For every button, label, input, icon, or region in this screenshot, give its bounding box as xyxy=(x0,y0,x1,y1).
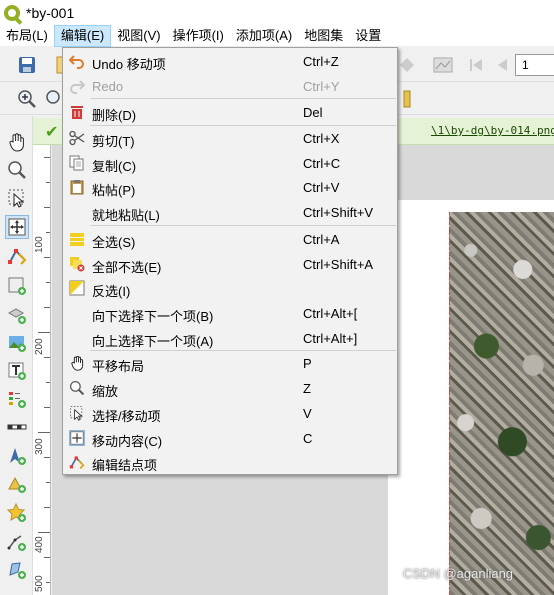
trash-icon xyxy=(69,104,85,120)
menu-item-select-all[interactable]: 全选(S) Ctrl+A xyxy=(64,227,396,252)
add-north-arrow-icon[interactable] xyxy=(5,444,29,468)
menu-item-invert-selection[interactable]: 反选(I) xyxy=(64,276,396,301)
add-legend-icon[interactable] xyxy=(5,387,29,411)
edit-menu-dropdown: Undo 移动项 Ctrl+Z Redo Ctrl+Y 删除(D) Del 剪切… xyxy=(62,47,398,475)
deselect-all-icon xyxy=(69,256,85,272)
menu-item-edit-nodes[interactable]: 编辑结点项 xyxy=(64,450,396,475)
aerial-map-item[interactable] xyxy=(449,212,554,595)
add-polygon-icon[interactable] xyxy=(5,558,29,582)
menu-item-move-content[interactable]: 移动内容(C) C xyxy=(64,426,396,451)
save-icon[interactable] xyxy=(16,54,38,76)
add-scalebar-icon[interactable] xyxy=(5,416,29,440)
success-check-icon: ✔ xyxy=(45,124,59,141)
ruler-label-400: 400 xyxy=(34,536,45,553)
select-move-icon xyxy=(69,405,85,421)
menu-edit[interactable]: 编辑(E) xyxy=(53,24,112,47)
menu-item-copy[interactable]: 复制(C) Ctrl+C xyxy=(64,151,396,176)
invert-selection-icon xyxy=(69,280,85,296)
menu-add-item[interactable]: 添加项(A) xyxy=(230,25,298,47)
undo-icon xyxy=(69,53,85,69)
atlas-settings-icon[interactable] xyxy=(396,54,418,76)
menu-separator xyxy=(90,225,396,226)
menu-item-delete[interactable]: 删除(D) Del xyxy=(64,100,396,125)
ruler-label-500: 500 xyxy=(34,575,45,592)
ruler-label-300: 300 xyxy=(34,438,45,455)
watermark-text: CSDN @aganliang xyxy=(403,566,514,581)
left-toolbox xyxy=(0,116,33,595)
redo-icon xyxy=(69,78,85,94)
atlas-page-input[interactable]: 1 xyxy=(515,54,554,76)
add-map-icon[interactable] xyxy=(5,274,29,298)
first-feature-icon[interactable] xyxy=(465,54,487,76)
edit-nodes-icon xyxy=(69,454,85,470)
move-content-icon[interactable] xyxy=(5,215,29,239)
menu-bar: 布局(L) 编辑(E) 视图(V) 操作项(I) 添加项(A) 地图集 设置 xyxy=(0,24,554,47)
copy-icon xyxy=(69,155,85,171)
add-3d-map-icon[interactable] xyxy=(5,303,29,327)
menu-item-pan-layout[interactable]: 平移布局 P xyxy=(64,351,396,376)
menu-atlas[interactable]: 地图集 xyxy=(298,25,349,47)
previous-feature-icon[interactable] xyxy=(491,54,513,76)
menu-layout[interactable]: 布局(L) xyxy=(0,25,54,47)
zoom-tool-icon[interactable] xyxy=(5,158,29,182)
paste-icon xyxy=(69,179,85,195)
add-polyline-icon[interactable] xyxy=(5,530,29,554)
add-picture-icon[interactable] xyxy=(5,331,29,355)
pan-hand-icon xyxy=(69,355,85,371)
zoom-icon xyxy=(69,380,85,396)
lock-items-icon[interactable] xyxy=(396,88,418,110)
menu-item-paste-in-place[interactable]: 就地粘贴(L) Ctrl+Shift+V xyxy=(64,200,396,225)
window-title: *by-001 xyxy=(26,4,75,21)
qgis-logo-icon xyxy=(4,4,20,21)
menu-item-deselect-all[interactable]: 全部不选(E) Ctrl+Shift+A xyxy=(64,252,396,277)
add-label-icon[interactable] xyxy=(5,359,29,383)
menu-item-select-next-above[interactable]: 向上选择下一个项(A) Ctrl+Alt+] xyxy=(64,326,396,351)
atlas-preview-icon[interactable] xyxy=(432,54,454,76)
edit-nodes-icon[interactable] xyxy=(5,244,29,268)
select-move-icon[interactable] xyxy=(5,186,29,210)
zoom-in-icon[interactable] xyxy=(16,88,38,110)
ruler-label-100: 100 xyxy=(34,236,45,253)
ruler-label-200: 200 xyxy=(34,338,45,355)
menu-item-paste[interactable]: 粘帖(P) Ctrl+V xyxy=(64,175,396,200)
add-marker-icon[interactable] xyxy=(5,501,29,525)
menu-item-undo[interactable]: Undo 移动项 Ctrl+Z xyxy=(64,49,396,74)
menu-item-select-move[interactable]: 选择/移动项 V xyxy=(64,401,396,426)
move-content-icon xyxy=(69,430,85,446)
select-all-icon xyxy=(69,231,85,247)
title-bar: *by-001 xyxy=(0,0,554,25)
menu-item-zoom[interactable]: 缩放 Z xyxy=(64,376,396,401)
menu-settings[interactable]: 设置 xyxy=(349,25,387,47)
menu-separator xyxy=(90,98,396,99)
vertical-ruler: 100 200 300 400 500 xyxy=(33,145,51,595)
menu-items[interactable]: 操作项(I) xyxy=(167,25,230,47)
menu-item-cut[interactable]: 剪切(T) Ctrl+X xyxy=(64,126,396,151)
menu-item-redo[interactable]: Redo Ctrl+Y xyxy=(64,74,396,99)
scissors-icon xyxy=(69,130,85,146)
pan-hand-icon[interactable] xyxy=(5,130,29,154)
export-path-link[interactable]: \1\by-dg\by-014.png xyxy=(431,124,554,137)
menu-view[interactable]: 视图(V) xyxy=(111,25,166,47)
add-shape-icon[interactable] xyxy=(5,472,29,496)
menu-item-select-next-below[interactable]: 向下选择下一个项(B) Ctrl+Alt+[ xyxy=(64,301,396,326)
